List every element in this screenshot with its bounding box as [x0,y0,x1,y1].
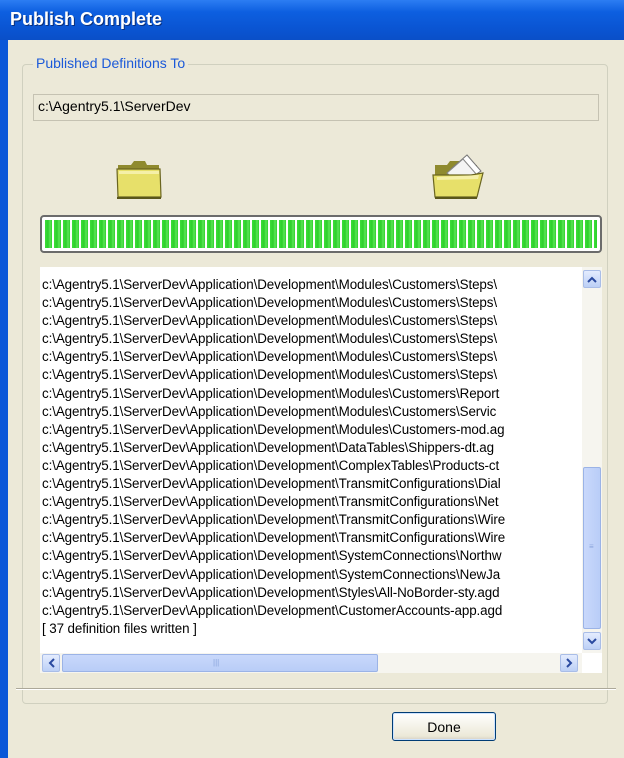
list-item: c:\Agentry5.1\ServerDev\Application\Deve… [42,313,497,329]
vertical-scroll-thumb[interactable]: ≡ [583,467,601,629]
progress-fill [45,220,597,248]
destination-path-text: c:\Agentry5.1\ServerDev [38,98,191,114]
list-item: c:\Agentry5.1\ServerDev\Application\Deve… [42,277,497,292]
publish-complete-dialog: Publish Complete Published Definitions T… [0,0,624,758]
horizontal-scroll-thumb[interactable]: ||| [62,654,378,672]
list-item: c:\Agentry5.1\ServerDev\Application\Deve… [42,602,503,618]
list-item: c:\Agentry5.1\ServerDev\Application\Deve… [42,349,497,365]
published-files-list[interactable]: c:\Agentry5.1\ServerDev\Application\Deve… [40,267,602,673]
arrow-up-icon[interactable] [583,270,601,288]
list-item: c:\Agentry5.1\ServerDev\Application\Deve… [42,512,506,528]
arrow-down-icon[interactable] [583,632,601,650]
dialog-body: Published Definitions To c:\Agentry5.1\S… [8,40,624,758]
vertical-scrollbar[interactable]: ≡ [582,267,602,653]
list-item: [ 37 definition files written ] [42,620,197,636]
done-button[interactable]: Done [392,712,496,741]
list-item: c:\Agentry5.1\ServerDev\Application\Deve… [42,566,501,582]
horizontal-scrollbar[interactable]: ||| [40,653,582,673]
grip-icon: ||| [213,658,220,667]
separator [16,688,616,690]
list-item: c:\Agentry5.1\ServerDev\Application\Deve… [42,584,500,600]
list-item: c:\Agentry5.1\ServerDev\Application\Deve… [42,421,505,437]
folder-closed-icon [116,161,162,199]
title-bar[interactable]: Publish Complete [0,0,624,40]
list-item: c:\Agentry5.1\ServerDev\Application\Deve… [42,476,501,492]
folder-open-icon [432,154,484,199]
list-item: c:\Agentry5.1\ServerDev\Application\Deve… [42,403,497,419]
group-label: Published Definitions To [33,55,189,71]
grip-icon: ≡ [589,542,594,551]
published-definitions-group: Published Definitions To c:\Agentry5.1\S… [22,55,608,704]
list-item: c:\Agentry5.1\ServerDev\Application\Deve… [42,439,494,455]
window-title: Publish Complete [10,9,163,29]
list-item: c:\Agentry5.1\ServerDev\Application\Deve… [42,494,499,510]
list-item: c:\Agentry5.1\ServerDev\Application\Deve… [42,295,497,311]
arrow-right-icon[interactable] [560,654,578,672]
arrow-left-icon[interactable] [42,654,60,672]
publish-progress-bar [40,215,602,253]
list-item: c:\Agentry5.1\ServerDev\Application\Deve… [42,530,506,546]
published-files-lines: c:\Agentry5.1\ServerDev\Application\Deve… [42,276,580,656]
destination-path-field: c:\Agentry5.1\ServerDev [33,94,599,121]
list-item: c:\Agentry5.1\ServerDev\Application\Deve… [42,457,500,473]
list-item: c:\Agentry5.1\ServerDev\Application\Deve… [42,385,500,401]
list-item: c:\Agentry5.1\ServerDev\Application\Deve… [42,548,502,564]
list-item: c:\Agentry5.1\ServerDev\Application\Deve… [42,331,497,347]
list-item: c:\Agentry5.1\ServerDev\Application\Deve… [42,367,497,383]
